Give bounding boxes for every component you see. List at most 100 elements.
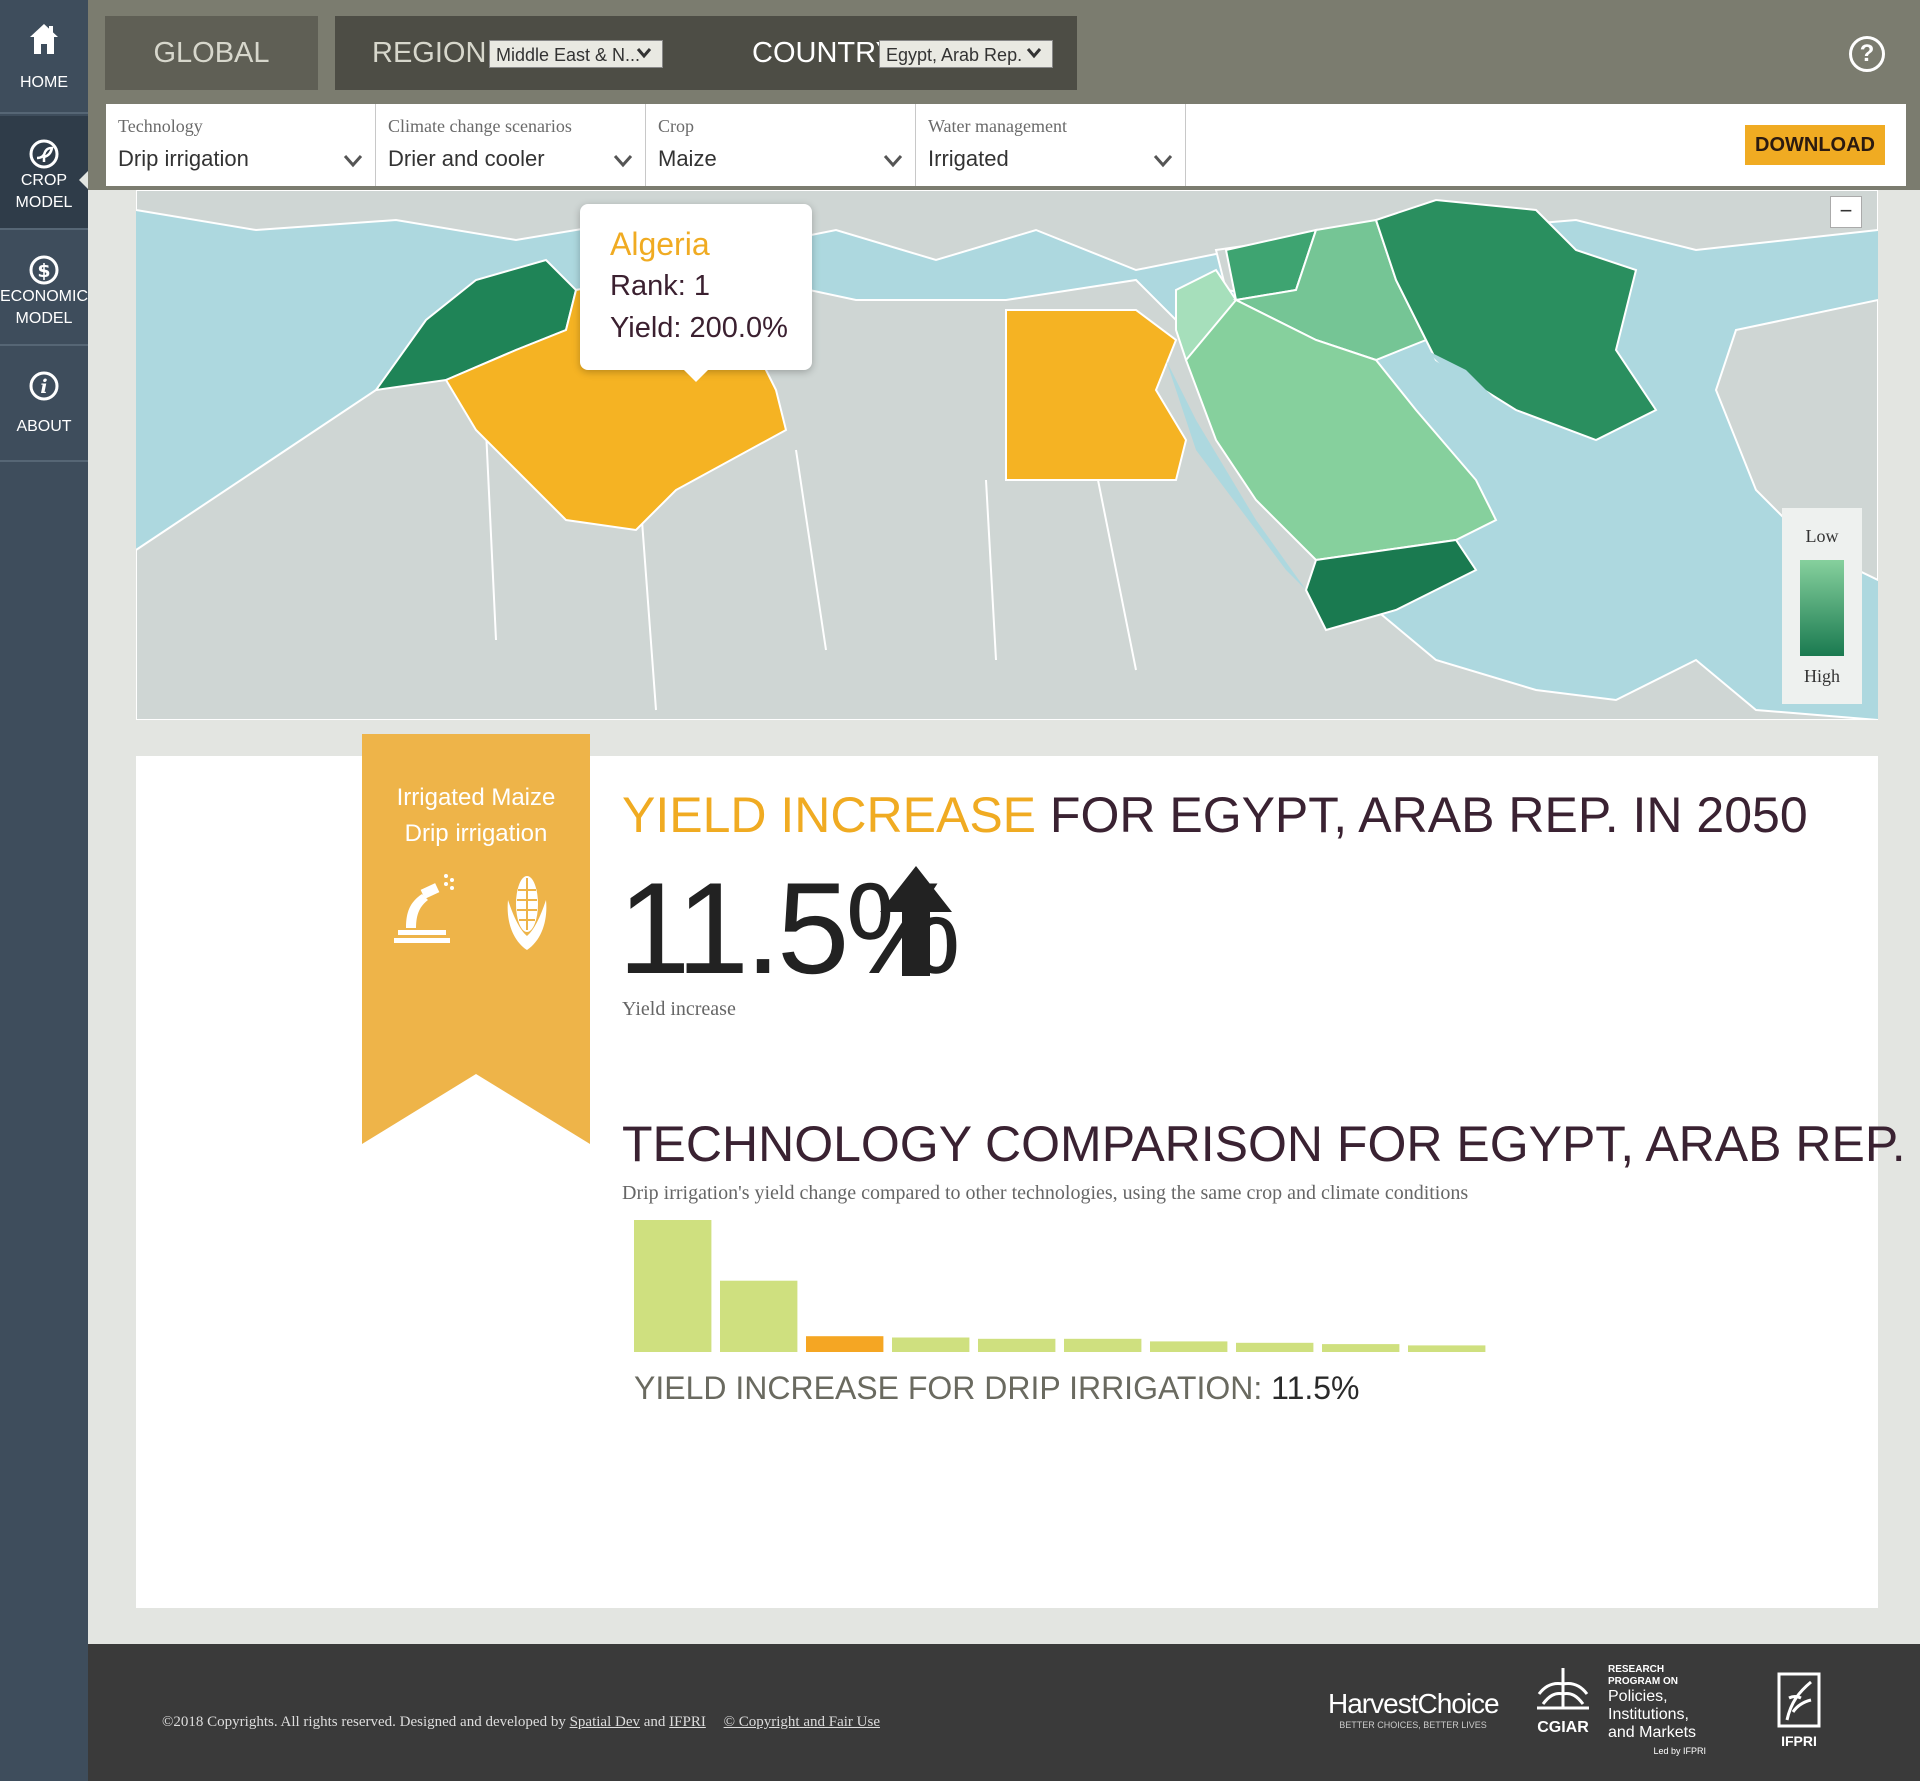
filter-value: Drip irrigation <box>118 146 249 171</box>
comparison-caption: YIELD INCREASE FOR DRIP IRRIGATION: 11.5… <box>634 1370 1360 1407</box>
arrow-up-icon <box>880 866 952 976</box>
sidebar-item-crop-model[interactable]: CROP MODEL <box>0 116 88 230</box>
map[interactable] <box>136 190 1878 720</box>
tab-country-label[interactable]: COUNTRY <box>752 37 895 70</box>
ifpri-emblem-icon <box>1777 1672 1821 1728</box>
tab-global[interactable]: GLOBAL <box>105 16 318 90</box>
bar-technology[interactable] <box>1236 1342 1314 1352</box>
home-icon <box>30 24 58 54</box>
cgiar-label: CGIAR <box>1537 1719 1589 1736</box>
pim-line-4: Institutions, <box>1608 1706 1689 1723</box>
filter-label: Technology <box>118 116 203 136</box>
sidebar-item-economic-model[interactable]: $ ECONOMIC MODEL <box>0 232 88 346</box>
help-icon[interactable]: ? <box>1849 36 1885 72</box>
tooltip-rank: Rank: 1 <box>610 270 710 302</box>
pim-line-6: Led by IFPRI <box>1653 1746 1706 1756</box>
filter-value: Drier and cooler <box>388 146 545 171</box>
tab-region-label[interactable]: REGION <box>372 37 486 70</box>
download-button[interactable]: DOWNLOAD <box>1745 125 1885 165</box>
water-management-filter[interactable]: Water management Irrigated <box>916 104 1186 186</box>
region-select-value: Middle East & N... <box>496 45 641 65</box>
footer: ©2018 Copyrights. All rights reserved. D… <box>88 1644 1920 1781</box>
crop-filter[interactable]: Crop Maize <box>646 104 916 186</box>
filter-label: Crop <box>658 116 694 136</box>
sidebar-item-home[interactable]: HOME <box>0 0 88 114</box>
filter-label: Water management <box>928 116 1067 136</box>
sidebar-item-label: ECONOMIC <box>0 288 88 305</box>
bar-technology[interactable] <box>1064 1338 1142 1352</box>
copyright-fair-use-link[interactable]: © Copyright and Fair Use <box>724 1714 880 1730</box>
region-select[interactable]: Middle East & N... <box>489 40 663 68</box>
tooltip-tail <box>684 370 708 382</box>
pim-logo[interactable]: RESEARCH PROGRAM ON Policies, Institutio… <box>1608 1664 1718 1756</box>
copyright-and: and <box>639 1714 670 1730</box>
yield-title-rest: FOR EGYPT, ARAB REP. IN 2050 <box>1036 787 1808 843</box>
ifpri-label: IFPRI <box>1781 1733 1817 1749</box>
harvestchoice-name: HarvestChoice <box>1328 1688 1500 1719</box>
sidebar-item-about[interactable]: i ABOUT <box>0 348 88 462</box>
info-icon: i <box>29 371 59 401</box>
zoom-out-button[interactable]: − <box>1830 196 1862 228</box>
yield-title-highlight: YIELD INCREASE <box>622 787 1037 843</box>
chevron-down-icon <box>1026 48 1042 59</box>
sidebar-item-label: MODEL <box>15 194 73 211</box>
map-country-iran <box>1374 198 1658 442</box>
legend-low-label: Low <box>1805 526 1839 546</box>
sidebar-item-label: MODEL <box>15 310 73 327</box>
tooltip-country: Algeria <box>610 226 710 262</box>
filter-value: Maize <box>658 146 717 171</box>
map-canvas[interactable] <box>136 190 1878 720</box>
spatial-dev-link[interactable]: Spatial Dev <box>570 1714 640 1730</box>
bar-technology[interactable] <box>1322 1344 1400 1352</box>
harvestchoice-logo[interactable]: HarvestChoice BETTER CHOICES, BETTER LIV… <box>1328 1688 1500 1730</box>
comparison-caption-label: YIELD INCREASE FOR DRIP IRRIGATION: <box>634 1370 1272 1406</box>
yield-title: YIELD INCREASE FOR EGYPT, ARAB REP. IN 2… <box>622 785 1808 845</box>
comparison-subtitle: Drip irrigation's yield change compared … <box>622 1182 1469 1204</box>
ribbon-line1: Irrigated Maize <box>396 784 556 811</box>
copyright-prefix: ©2018 Copyrights. All rights reserved. D… <box>162 1714 570 1730</box>
technology-filter[interactable]: Technology Drip irrigation <box>106 104 376 186</box>
bar-technology[interactable] <box>978 1338 1056 1352</box>
ifpri-logo[interactable]: IFPRI <box>1774 1672 1824 1749</box>
pim-line-3: Policies, <box>1608 1688 1668 1705</box>
chevron-down-icon <box>1153 155 1173 168</box>
legend-gradient <box>1800 560 1844 656</box>
bar-technology[interactable] <box>892 1337 970 1353</box>
sidebar-item-label: CROP <box>20 172 68 189</box>
ribbon-badge: Irrigated Maize Drip irrigation <box>362 734 590 1144</box>
chevron-down-icon <box>883 155 903 168</box>
filter-label: Climate change scenarios <box>388 116 572 136</box>
yield-caption: Yield increase <box>622 998 736 1020</box>
pim-line-1: RESEARCH <box>1608 1664 1665 1675</box>
harvestchoice-tagline: BETTER CHOICES, BETTER LIVES <box>1339 1720 1487 1730</box>
maize-icon <box>507 876 547 950</box>
bar-technology[interactable] <box>634 1220 712 1352</box>
sidebar: HOME CROP MODEL $ ECONOMIC MODEL i ABOUT <box>0 0 89 1781</box>
sidebar-item-label: ABOUT <box>16 418 72 435</box>
ifpri-link[interactable]: IFPRI <box>669 1714 706 1730</box>
cgiar-logo[interactable]: CGIAR <box>1528 1664 1598 1737</box>
bar-drip-irrigation[interactable] <box>806 1336 884 1352</box>
bar-technology[interactable] <box>720 1280 798 1352</box>
ribbon-line2: Drip irrigation <box>404 820 548 847</box>
comparison-title: TECHNOLOGY COMPARISON FOR EGYPT, ARAB RE… <box>622 1116 1906 1172</box>
chevron-down-icon <box>343 155 363 168</box>
filter-bar: Technology Drip irrigation Climate chang… <box>106 104 1906 186</box>
chevron-down-icon <box>636 48 652 59</box>
drip-irrigation-icon <box>394 874 454 943</box>
climate-scenario-filter[interactable]: Climate change scenarios Drier and coole… <box>376 104 646 186</box>
country-select-value: Egypt, Arab Rep. <box>886 45 1023 65</box>
crop-model-icon <box>29 139 59 169</box>
country-select[interactable]: Egypt, Arab Rep. <box>879 40 1053 68</box>
comparison-caption-value: 11.5% <box>1271 1370 1360 1406</box>
chevron-down-icon <box>613 155 633 168</box>
comparison-bar-chart <box>634 1220 1486 1353</box>
bar-technology[interactable] <box>1408 1345 1486 1352</box>
legend-high-label: High <box>1804 666 1840 686</box>
tab-global-label: GLOBAL <box>153 36 270 69</box>
cgiar-emblem-icon <box>1537 1668 1589 1710</box>
svg-text:i: i <box>40 376 47 398</box>
filter-value: Irrigated <box>928 146 1009 171</box>
pim-line-5: and Markets <box>1608 1724 1697 1741</box>
bar-technology[interactable] <box>1150 1341 1228 1352</box>
